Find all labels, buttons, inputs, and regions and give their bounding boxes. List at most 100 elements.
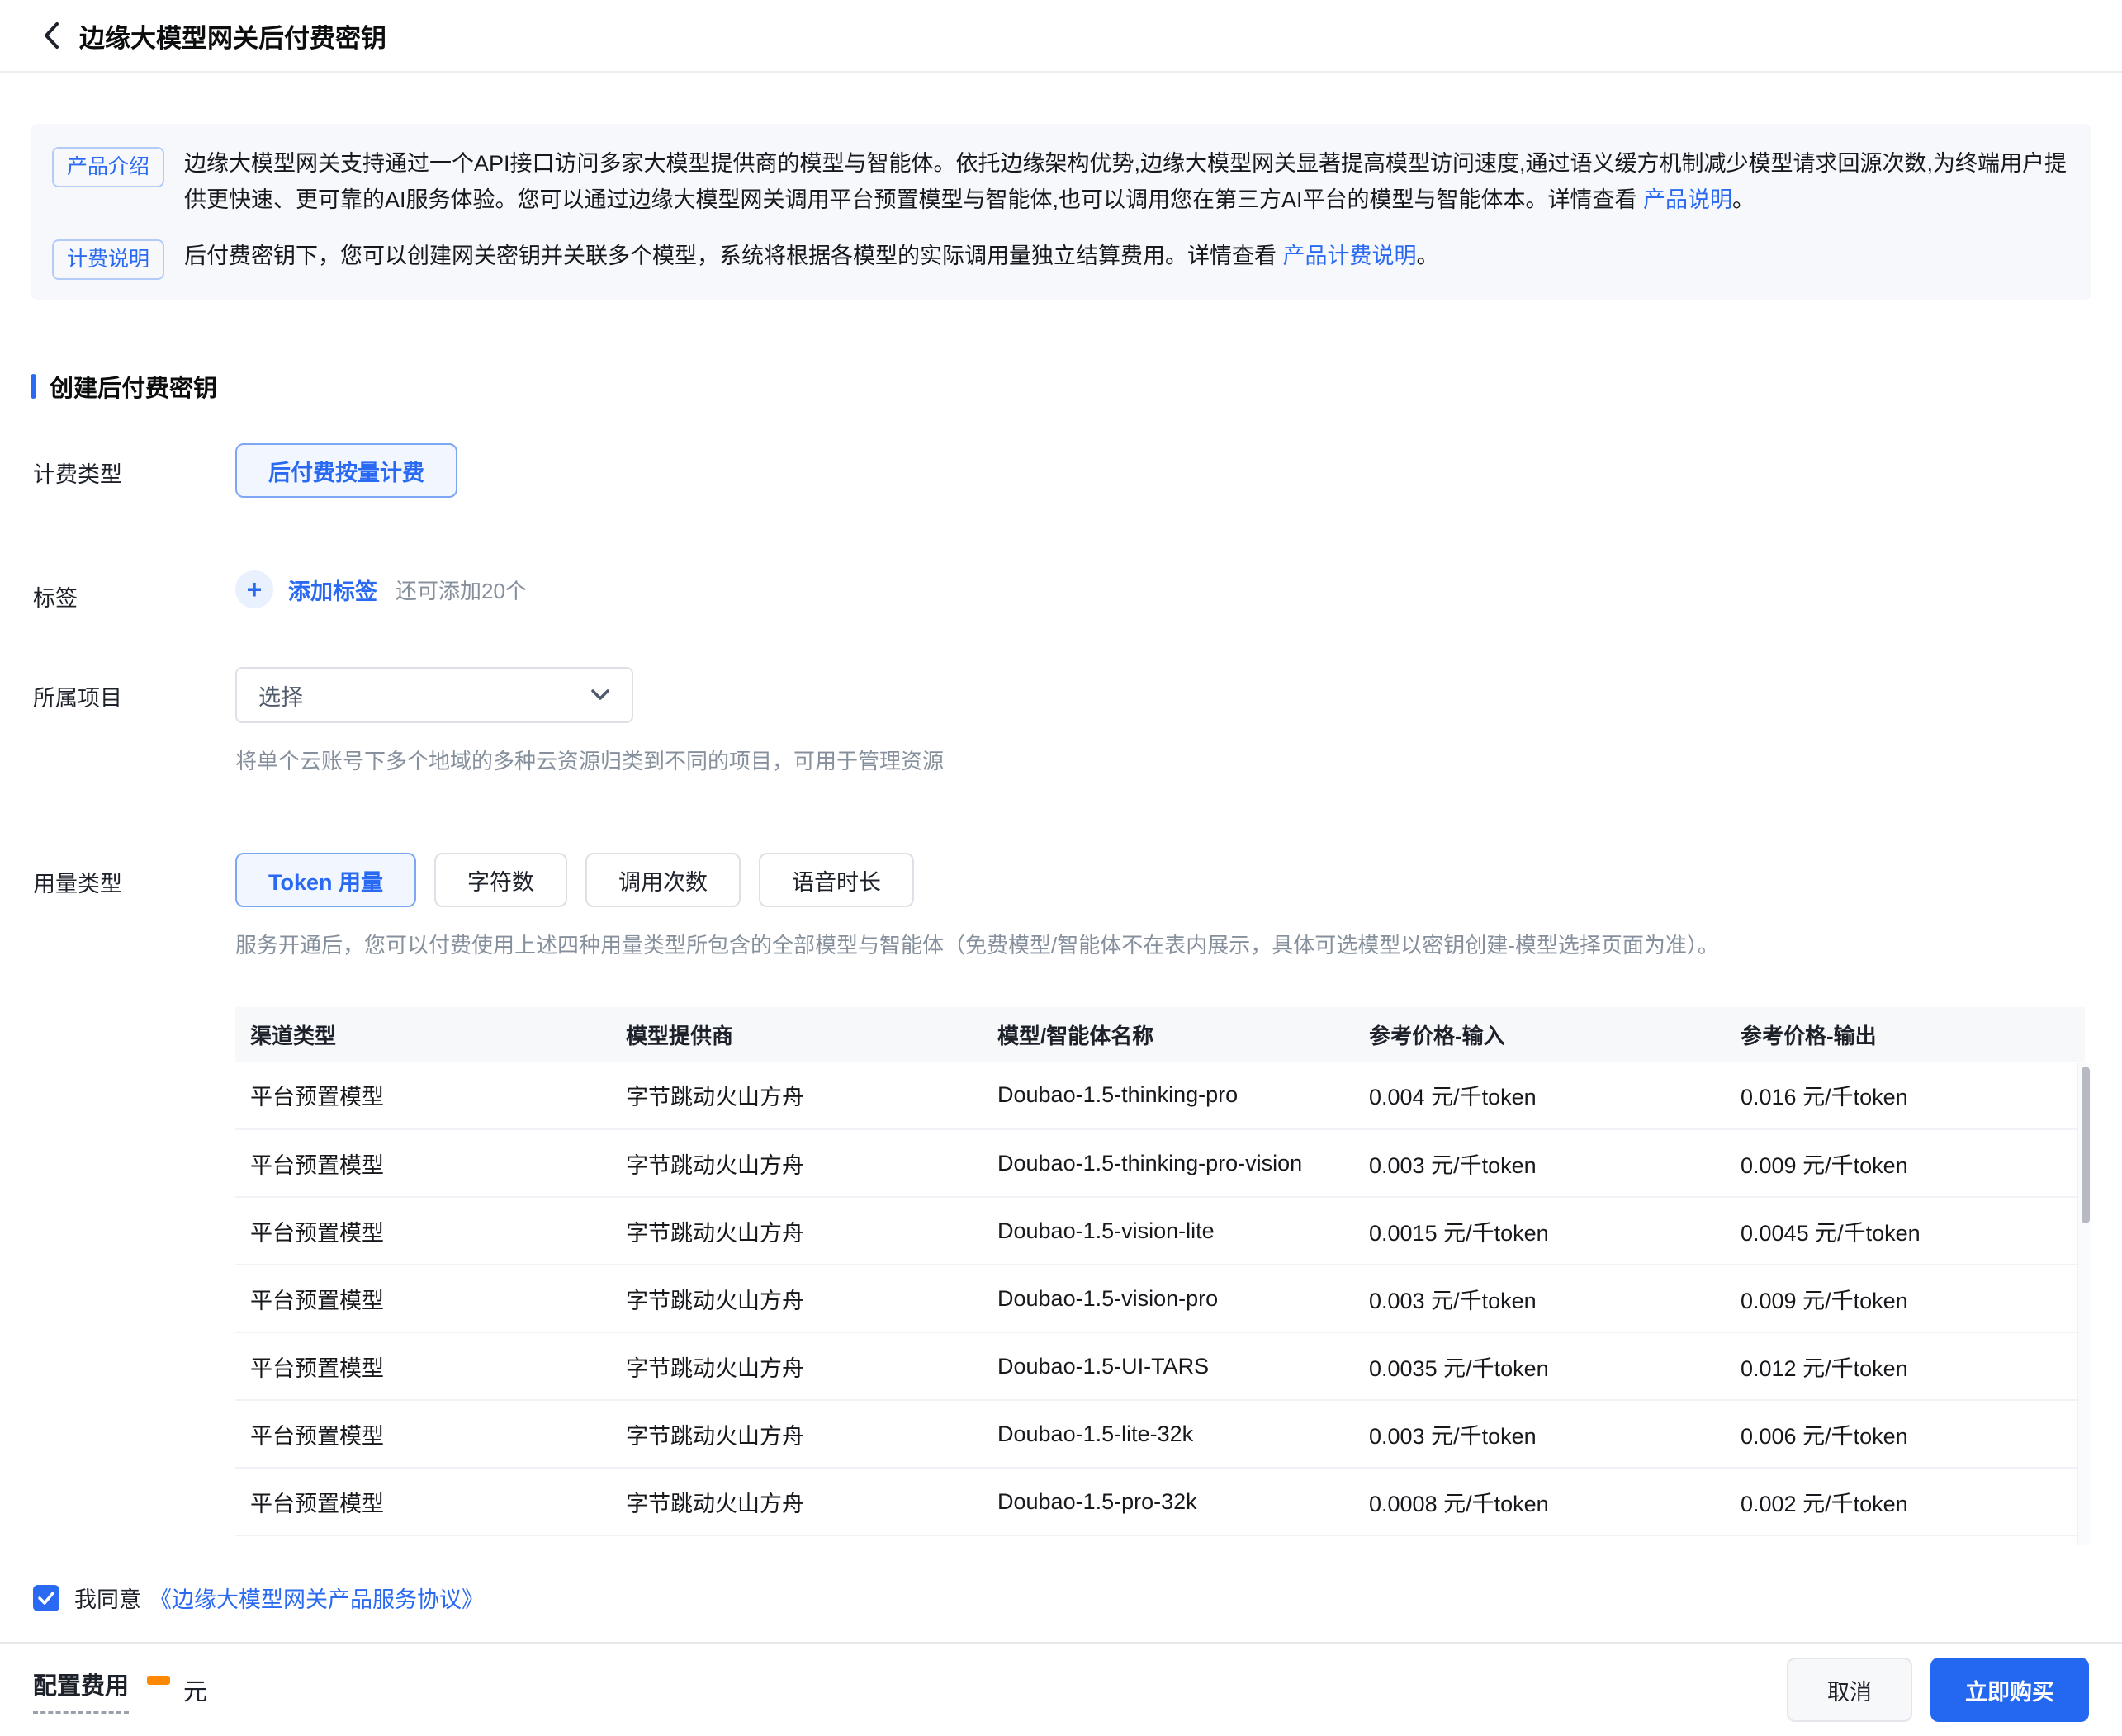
cell-provider: 字节跳动火山方舟 [611, 1265, 983, 1333]
model-price-table: 渠道类型 模型提供商 模型/智能体名称 参考价格-输入 参考价格-输出 平台预置… [235, 1007, 2091, 1545]
cell-provider: 字节跳动火山方舟 [611, 1062, 983, 1130]
cell-channel-type: 平台预置模型 [235, 1468, 611, 1536]
table-row: 平台预置模型 字节跳动火山方舟 Doubao-1.5-vision-lite 0… [235, 1197, 2085, 1265]
table-row: 平台预置模型 字节跳动火山方舟 Doubao-1.5-lite-32k 0.00… [235, 1400, 2085, 1469]
billing-body: 后付费密钥下，您可以创建网关密钥并关联多个模型，系统将根据各模型的实际调用量独立… [184, 244, 1283, 268]
tag-remaining-hint: 还可添加20个 [396, 578, 527, 603]
col-header-model-name: 模型/智能体名称 [983, 1007, 1354, 1062]
cell-model-name: Doubao-1.5-thinking-pro-vision [983, 1129, 1354, 1198]
cell-channel-type: 平台预置模型 [235, 1129, 611, 1198]
project-control: 选择 将单个云账号下多个地域的多种云资源归类到不同的项目，可用于管理资源 [235, 667, 944, 775]
usage-type-tabs: Token 用量 字符数 调用次数 语音时长 [235, 853, 1719, 907]
usage-type-row: 用量类型 Token 用量 字符数 调用次数 语音时长 服务开通后，您可以付费使… [33, 853, 2122, 959]
cell-price-output: 0.016 元/千token [1726, 1062, 2085, 1130]
billing-suffix: 。 [1416, 244, 1439, 268]
page-header: 边缘大模型网关后付费密钥 [0, 0, 2122, 73]
project-helper-text: 将单个云账号下多个地域的多种云资源归类到不同的项目，可用于管理资源 [235, 749, 945, 773]
cell-model-name: Doubao-1.5-lite-32k [983, 1400, 1354, 1469]
cell-channel-type: 平台预置模型 [235, 1197, 611, 1265]
cell-channel-type: 平台预置模型 [235, 1265, 611, 1333]
agreement-row: 我同意 《边缘大模型网关产品服务协议》 [33, 1582, 2122, 1614]
usage-type-label: 用量类型 [33, 872, 122, 896]
section-accent-bar [31, 374, 36, 399]
product-intro-notice: 产品介绍 边缘大模型网关支持通过一个API接口访问多家大模型提供商的模型与智能体… [52, 145, 2070, 218]
table-row: 平台预置模型 字节跳动火山方舟 Doubao-1.5-pro-32k 0.000… [235, 1468, 2085, 1536]
usage-tab-token[interactable]: Token 用量 [235, 853, 417, 907]
usage-tab-calls[interactable]: 调用次数 [585, 853, 741, 907]
cell-price-input: 0.0015 元/千token [1354, 1197, 1726, 1265]
usage-tab-characters[interactable]: 字符数 [434, 853, 568, 907]
table-row-partial [235, 1535, 2085, 1545]
table-scrollbar[interactable] [2077, 1063, 2091, 1545]
project-row: 所属项目 选择 将单个云账号下多个地域的多种云资源归类到不同的项目，可用于管理资… [33, 667, 2122, 775]
agree-checkbox[interactable] [33, 1584, 59, 1611]
billing-type-option-postpaid[interactable]: 后付费按量计费 [235, 443, 457, 498]
cell-price-input: 0.004 元/千token [1354, 1062, 1726, 1130]
service-agreement-link[interactable]: 《边缘大模型网关产品服务协议》 [149, 1582, 484, 1614]
table-row: 平台预置模型 字节跳动火山方舟 Doubao-1.5-thinking-pro … [235, 1062, 2085, 1130]
cell-price-output: 0.0045 元/千token [1726, 1197, 2085, 1265]
buy-now-button[interactable]: 立即购买 [1930, 1658, 2089, 1722]
add-tag-button[interactable]: 添加标签 [288, 574, 377, 606]
cell-price-output: 0.012 元/千token [1726, 1332, 2085, 1401]
check-icon [38, 1591, 54, 1605]
table-row: 平台预置模型 字节跳动火山方舟 Doubao-1.5-UI-TARS 0.003… [235, 1332, 2085, 1401]
notice-banner: 产品介绍 边缘大模型网关支持通过一个API接口访问多家大模型提供商的模型与智能体… [31, 124, 2091, 300]
cell-model-name: Doubao-1.5-thinking-pro [983, 1062, 1354, 1130]
billing-type-row: 计费类型 后付费按量计费 [33, 443, 2122, 498]
cell-price-input: 0.0035 元/千token [1354, 1332, 1726, 1401]
agree-text: 我同意 [74, 1587, 141, 1612]
product-intro-badge: 产品介绍 [52, 147, 165, 187]
col-header-channel-type: 渠道类型 [235, 1007, 611, 1062]
section-title-text: 创建后付费密钥 [50, 376, 218, 402]
col-header-price-output: 参考价格-输出 [1726, 1007, 2085, 1062]
product-doc-link[interactable]: 产品说明 [1643, 187, 1732, 212]
tags-control: + 添加标签 还可添加20个 [235, 567, 527, 608]
col-header-price-input: 参考价格-输入 [1354, 1007, 1726, 1062]
cell-provider: 字节跳动火山方舟 [611, 1332, 983, 1401]
cell-model-name: Doubao-1.5-pro-32k [983, 1468, 1354, 1536]
cell-model-name: Doubao-1.5-UI-TARS [983, 1332, 1354, 1401]
plus-icon[interactable]: + [235, 570, 273, 608]
cell-channel-type: 平台预置模型 [235, 1332, 611, 1401]
table-scrollbar-thumb[interactable] [2082, 1067, 2090, 1223]
cell-price-input: 0.003 元/千token [1354, 1400, 1726, 1469]
billing-doc-link[interactable]: 产品计费说明 [1283, 244, 1417, 268]
cell-price-output: 0.009 元/千token [1726, 1129, 2085, 1198]
cell-price-output: 0.002 元/千token [1726, 1468, 2085, 1536]
usage-tab-audio-duration[interactable]: 语音时长 [759, 853, 915, 907]
cost-unit: 元 [183, 1679, 208, 1705]
billing-text: 后付费密钥下，您可以创建网关密钥并关联多个模型，系统将根据各模型的实际调用量独立… [184, 238, 1439, 274]
cost-label: 配置费用 [33, 1667, 130, 1714]
create-key-form: 计费类型 后付费按量计费 标签 + 添加标签 还可添加20个 所属项目 选择 将… [33, 443, 2122, 959]
project-select[interactable]: 选择 [235, 667, 633, 723]
cell-channel-type: 平台预置模型 [235, 1062, 611, 1130]
cell-price-input: 0.0008 元/千token [1354, 1468, 1726, 1536]
cell-price-input: 0.003 元/千token [1354, 1129, 1726, 1198]
cell-price-output: 0.006 元/千token [1726, 1400, 2085, 1469]
billing-notice: 计费说明 后付费密钥下，您可以创建网关密钥并关联多个模型，系统将根据各模型的实际… [52, 238, 2070, 280]
usage-type-helper-text: 服务开通后，您可以付费使用上述四种用量类型所包含的全部模型与智能体（免费模型/智… [235, 933, 1719, 958]
col-header-provider: 模型提供商 [611, 1007, 983, 1062]
cancel-button[interactable]: 取消 [1787, 1658, 1912, 1722]
billing-badge: 计费说明 [52, 239, 165, 280]
product-intro-text: 边缘大模型网关支持通过一个API接口访问多家大模型提供商的模型与智能体。依托边缘… [184, 145, 2070, 218]
footer-actions: 取消 立即购买 [1787, 1658, 2089, 1722]
tags-label: 标签 [33, 586, 78, 611]
cell-provider: 字节跳动火山方舟 [611, 1400, 983, 1469]
project-select-placeholder: 选择 [258, 684, 303, 710]
table-header-row: 渠道类型 模型提供商 模型/智能体名称 参考价格-输入 参考价格-输出 [235, 1007, 2085, 1062]
chevron-down-icon [591, 689, 609, 700]
create-key-section-header: 创建后付费密钥 [31, 369, 2122, 404]
product-intro-suffix: 。 [1732, 187, 1755, 212]
table-row: 平台预置模型 字节跳动火山方舟 Doubao-1.5-vision-pro 0.… [235, 1265, 2085, 1333]
cost-placeholder-dash [147, 1675, 171, 1685]
cell-model-name: Doubao-1.5-vision-lite [983, 1197, 1354, 1265]
billing-type-label: 计费类型 [33, 462, 122, 487]
project-label: 所属项目 [33, 686, 122, 711]
cell-provider: 字节跳动火山方舟 [611, 1129, 983, 1198]
back-icon[interactable] [36, 21, 66, 50]
cell-price-input: 0.003 元/千token [1354, 1265, 1726, 1333]
cell-channel-type: 平台预置模型 [235, 1400, 611, 1469]
cell-provider: 字节跳动火山方舟 [611, 1197, 983, 1265]
